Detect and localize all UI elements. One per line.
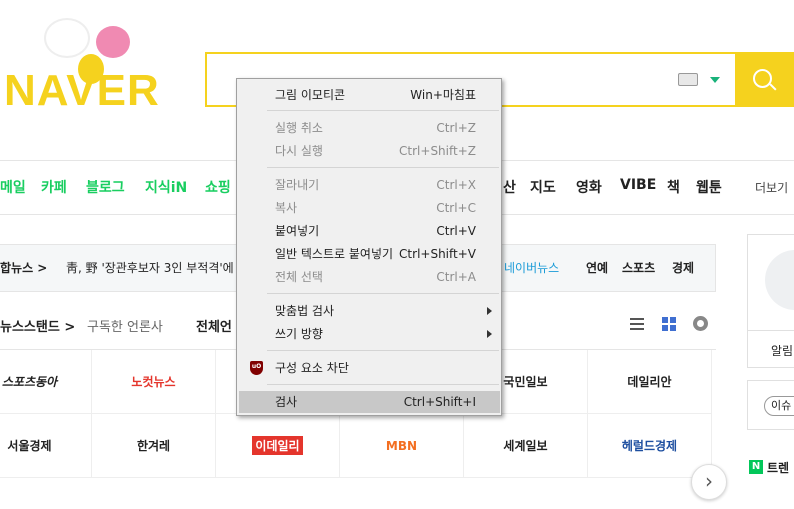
- issue-pill[interactable]: 이슈: [764, 396, 794, 416]
- nav-book[interactable]: 책: [667, 177, 680, 197]
- press-logo[interactable]: 서울경제: [0, 414, 92, 478]
- press-logo[interactable]: 한겨레: [92, 414, 216, 478]
- menu-item-writing-direction[interactable]: 쓰기 방향: [239, 323, 500, 345]
- newsstand-title[interactable]: 뉴스스탠드 >: [0, 316, 75, 335]
- nav-vibe[interactable]: VIBE: [620, 177, 656, 193]
- ublock-icon: uO: [250, 361, 263, 375]
- press-logo[interactable]: 노컷뉴스: [92, 350, 216, 414]
- keyboard-icon[interactable]: [678, 73, 698, 86]
- mascot-bear: [44, 18, 90, 58]
- menu-item-block-element[interactable]: uO 구성 요소 차단: [239, 357, 500, 379]
- naver-n-icon: N: [749, 460, 763, 474]
- trend-label[interactable]: 트렌: [767, 459, 789, 476]
- menu-item-redo[interactable]: 다시 실행 Ctrl+Shift+Z: [239, 140, 500, 162]
- browser-viewport: NAVER 메일 카페 블로그 지식iN 쇼핑 산 지도 영화 VIBE 책 웹…: [0, 0, 794, 509]
- menu-item-select-all[interactable]: 전체 선택 Ctrl+A: [239, 266, 500, 288]
- press-logo[interactable]: 데일리안: [588, 350, 712, 414]
- nav-kin[interactable]: 지식iN: [145, 177, 187, 197]
- news-source[interactable]: 합뉴스 >: [0, 259, 47, 276]
- nav-blog[interactable]: 블로그: [86, 177, 125, 197]
- submenu-arrow-icon: [487, 307, 492, 315]
- news-link-entertain[interactable]: 연예: [586, 259, 608, 276]
- press-logo-text: 이데일리: [252, 436, 303, 455]
- list-view-icon[interactable]: [630, 318, 644, 330]
- menu-item-spellcheck[interactable]: 맞춤법 검사: [239, 300, 500, 322]
- naver-logo[interactable]: NAVER: [0, 14, 200, 115]
- news-headline[interactable]: 靑, 野 '장관후보자 3인 부적격'에: [66, 259, 234, 276]
- logo-wordmark: NAVER: [4, 66, 160, 115]
- menu-item-paste[interactable]: 붙여넣기 Ctrl+V: [239, 220, 500, 242]
- nav-shopping[interactable]: 쇼핑: [205, 177, 231, 197]
- nav-cafe[interactable]: 카페: [41, 177, 67, 197]
- nav-more[interactable]: 더보기: [755, 179, 788, 196]
- tab-all[interactable]: 전체언: [196, 316, 232, 335]
- menu-item-copy[interactable]: 복사 Ctrl+C: [239, 197, 500, 219]
- nav-stock[interactable]: 산: [503, 177, 516, 197]
- menu-item-emoji[interactable]: 그림 이모티콘 Win+마침표: [239, 84, 500, 106]
- menu-item-paste-plain[interactable]: 일반 텍스트로 붙여넣기 Ctrl+Shift+V: [239, 243, 500, 265]
- alarm-label[interactable]: 알림: [771, 342, 793, 359]
- nav-mail[interactable]: 메일: [0, 177, 26, 197]
- menu-item-cut[interactable]: 잘라내기 Ctrl+X: [239, 174, 500, 196]
- submenu-arrow-icon: [487, 330, 492, 338]
- nav-map[interactable]: 지도: [530, 177, 556, 197]
- press-logo[interactable]: MBN: [340, 414, 464, 478]
- menu-item-inspect[interactable]: 검사 Ctrl+Shift+I: [239, 391, 500, 413]
- keyboard-dropdown-icon[interactable]: [710, 77, 720, 83]
- press-logo[interactable]: 스포츠동아: [0, 350, 92, 414]
- nav-movie[interactable]: 영화: [576, 177, 602, 197]
- news-link-economy[interactable]: 경제: [672, 259, 694, 276]
- nav-webtoon[interactable]: 웹툰: [696, 177, 722, 197]
- news-link-naver[interactable]: 네이버뉴스: [504, 259, 559, 276]
- menu-item-undo[interactable]: 실행 취소 Ctrl+Z: [239, 117, 500, 139]
- grid-view-icon[interactable]: [662, 317, 676, 331]
- tab-subscribed[interactable]: 구독한 언론사: [87, 316, 163, 335]
- context-menu: 그림 이모티콘 Win+마침표 실행 취소 Ctrl+Z 다시 실행 Ctrl+…: [236, 78, 502, 416]
- press-logo[interactable]: 헤럴드경제: [588, 414, 712, 478]
- search-button[interactable]: [735, 52, 794, 107]
- chevron-right-icon[interactable]: ›: [691, 464, 727, 500]
- press-logo[interactable]: 세계일보: [464, 414, 588, 478]
- settings-gear-icon[interactable]: [693, 316, 708, 331]
- news-link-sports[interactable]: 스포츠: [622, 259, 655, 276]
- mascot-rabbit: [96, 26, 130, 58]
- press-logo-edaily[interactable]: 이데일리: [216, 414, 340, 478]
